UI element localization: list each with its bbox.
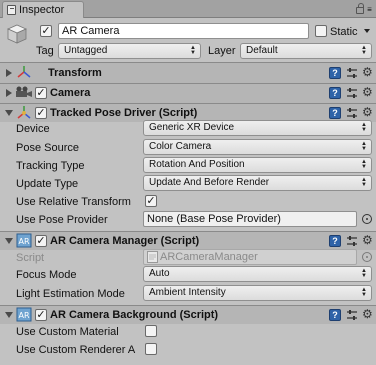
static-dropdown[interactable]: [362, 24, 372, 38]
foldout-expanded-icon[interactable]: [5, 312, 13, 318]
tag-dropdown[interactable]: Untagged ▲ ▼: [58, 43, 201, 59]
pose-source-value: Color Camera: [149, 141, 212, 152]
gameobject-cube-icon: [7, 24, 27, 44]
ar-camera-background-title: AR Camera Background (Script): [50, 309, 219, 321]
script-file-icon: [147, 251, 158, 263]
help-icon[interactable]: ?: [329, 107, 341, 119]
use-custom-renderer-label: Use Custom Renderer A: [16, 344, 136, 356]
presets-icon[interactable]: [346, 107, 358, 119]
presets-icon[interactable]: [346, 309, 358, 321]
light-estimation-dropdown[interactable]: Ambient Intensity ▲ ▼: [143, 285, 372, 301]
presets-icon[interactable]: [346, 235, 358, 247]
device-label: Device: [16, 123, 50, 135]
presets-icon[interactable]: [346, 87, 358, 99]
tag-value: Untagged: [64, 45, 108, 56]
tracked-pose-driver-enabled-checkbox[interactable]: [35, 107, 47, 119]
chevron-down-icon: [364, 29, 370, 33]
tab-inspector[interactable]: Inspector: [2, 1, 84, 18]
lock-icon[interactable]: [356, 2, 365, 14]
foldout-collapsed-icon[interactable]: [6, 69, 12, 77]
svg-text:AR: AR: [18, 311, 29, 320]
use-pose-provider-label: Use Pose Provider: [16, 214, 108, 226]
device-value: Generic XR Device: [149, 122, 235, 133]
updown-arrow-icon: ▲ ▼: [361, 287, 367, 298]
light-estimation-label: Light Estimation Mode: [16, 288, 125, 300]
tracked-pose-driver-title: Tracked Pose Driver (Script): [50, 107, 198, 119]
static-checkbox[interactable]: [315, 25, 327, 37]
help-icon[interactable]: ?: [329, 67, 341, 79]
script-label: Script: [16, 252, 45, 264]
ar-camera-background-enabled-checkbox[interactable]: [35, 309, 47, 321]
gear-icon[interactable]: ⚙: [362, 66, 373, 78]
update-type-label: Update Type: [16, 178, 79, 190]
help-icon[interactable]: ?: [329, 235, 341, 247]
focus-mode-label: Focus Mode: [16, 269, 77, 281]
updown-arrow-icon: ▲ ▼: [361, 122, 367, 133]
updown-arrow-icon: ▲ ▼: [190, 45, 196, 56]
help-icon[interactable]: ?: [329, 309, 341, 321]
layer-value: Default: [246, 45, 278, 56]
update-type-value: Update And Before Render: [149, 177, 270, 188]
script-axis-icon: [17, 106, 31, 119]
updown-arrow-icon: ▲ ▼: [361, 45, 367, 56]
gear-icon[interactable]: ⚙: [362, 308, 373, 320]
object-picker-icon: [362, 252, 372, 262]
transform-title: Transform: [48, 67, 102, 79]
active-checkbox[interactable]: [40, 25, 52, 37]
inspector-icon: [7, 5, 16, 15]
name-field[interactable]: AR Camera: [58, 23, 309, 39]
foldout-expanded-icon[interactable]: [5, 110, 13, 116]
update-type-dropdown[interactable]: Update And Before Render ▲ ▼: [143, 175, 372, 191]
tab-label: Inspector: [19, 4, 65, 16]
use-custom-material-label: Use Custom Material: [16, 326, 119, 338]
updown-arrow-icon: ▲ ▼: [361, 177, 367, 188]
svg-text:AR: AR: [18, 237, 29, 246]
camera-icon: [16, 86, 32, 97]
tracking-type-dropdown[interactable]: Rotation And Position ▲ ▼: [143, 157, 372, 173]
use-custom-renderer-checkbox[interactable]: [145, 343, 157, 355]
gear-icon[interactable]: ⚙: [362, 234, 373, 246]
light-estimation-value: Ambient Intensity: [149, 287, 226, 298]
tag-label: Tag: [36, 45, 54, 57]
pose-source-dropdown[interactable]: Color Camera ▲ ▼: [143, 139, 372, 155]
foldout-expanded-icon[interactable]: [5, 238, 13, 244]
help-icon[interactable]: ?: [329, 87, 341, 99]
updown-arrow-icon: ▲ ▼: [361, 159, 367, 170]
transform-icon: [17, 66, 31, 78]
layer-label: Layer: [208, 45, 236, 57]
presets-icon[interactable]: [346, 67, 358, 79]
gear-icon[interactable]: ⚙: [362, 106, 373, 118]
script-icon: AR: [16, 307, 32, 322]
foldout-collapsed-icon[interactable]: [6, 89, 12, 97]
ar-camera-manager-title: AR Camera Manager (Script): [50, 235, 200, 247]
use-pose-provider-field[interactable]: None (Base Pose Provider): [143, 211, 357, 227]
updown-arrow-icon: ▲ ▼: [361, 268, 367, 279]
gear-icon[interactable]: ⚙: [362, 86, 373, 98]
tab-menu[interactable]: ≡: [354, 2, 374, 15]
camera-enabled-checkbox[interactable]: [35, 87, 47, 99]
script-icon: AR: [16, 233, 32, 248]
script-value: ARCameraManager: [160, 251, 258, 263]
object-picker-icon[interactable]: [362, 214, 372, 224]
tracking-type-label: Tracking Type: [16, 160, 85, 172]
focus-mode-dropdown[interactable]: Auto ▲ ▼: [143, 266, 372, 282]
device-dropdown[interactable]: Generic XR Device ▲ ▼: [143, 120, 372, 136]
use-relative-transform-checkbox[interactable]: [145, 195, 157, 207]
ar-camera-manager-enabled-checkbox[interactable]: [35, 235, 47, 247]
pose-source-label: Pose Source: [16, 142, 79, 154]
use-custom-material-checkbox[interactable]: [145, 325, 157, 337]
camera-title: Camera: [50, 87, 91, 99]
focus-mode-value: Auto: [149, 268, 170, 279]
tracking-type-value: Rotation And Position: [149, 159, 245, 170]
static-label: Static: [330, 26, 358, 38]
menu-icon[interactable]: ≡: [367, 5, 372, 14]
use-relative-transform-label: Use Relative Transform: [16, 196, 131, 208]
layer-dropdown[interactable]: Default ▲ ▼: [240, 43, 372, 59]
script-field: ARCameraManager: [143, 249, 357, 265]
updown-arrow-icon: ▲ ▼: [361, 141, 367, 152]
